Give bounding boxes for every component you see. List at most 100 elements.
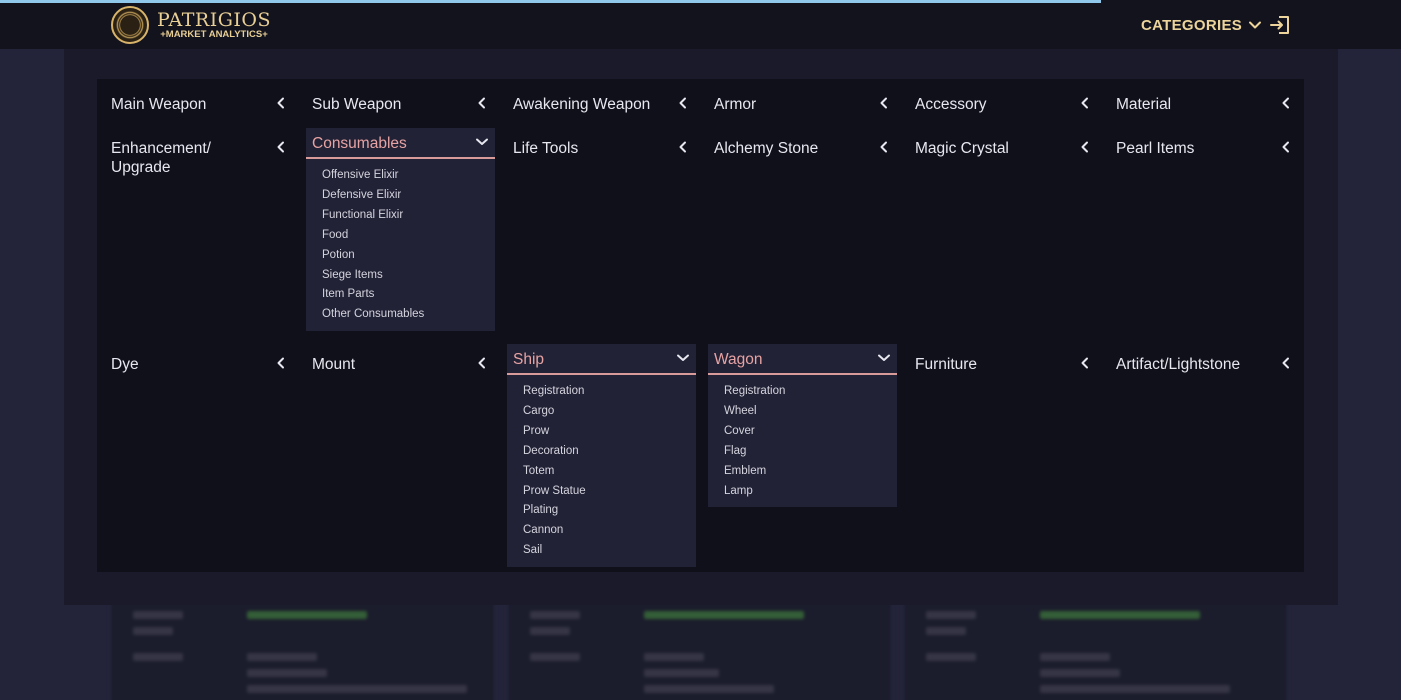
category-header[interactable]: Accessory (909, 84, 1098, 115)
category-label: Sub Weapon (312, 96, 402, 113)
category-dye: Dye (105, 344, 294, 375)
category-header[interactable]: Artifact/Lightstone (1110, 344, 1299, 375)
subcategory-item[interactable]: Sail (523, 541, 696, 561)
category-header[interactable]: Pearl Items (1110, 128, 1299, 159)
logout-icon[interactable] (1269, 14, 1291, 36)
category-label: Consumables (312, 135, 407, 152)
category-armor: Armor (708, 84, 897, 115)
category-header[interactable]: Furniture (909, 344, 1098, 375)
category-label: Magic Crystal (915, 140, 1009, 157)
category-sub-weapon: Sub Weapon (306, 84, 495, 115)
category-mount: Mount (306, 344, 495, 375)
chevron-left-icon (277, 141, 284, 153)
category-label: Furniture (915, 356, 978, 373)
category-header[interactable]: Life Tools (507, 128, 696, 159)
subcategory-list: Registration Cargo Prow Decoration Totem Prow… (507, 375, 696, 568)
category-label: Alchemy Stone (714, 140, 819, 157)
subcategory-item[interactable]: Decoration (523, 442, 696, 462)
chevron-left-icon (1081, 357, 1088, 369)
category-header[interactable]: Ship (507, 344, 696, 375)
subcategory-item[interactable]: Food (322, 226, 495, 246)
subcategory-item[interactable]: Registration (724, 382, 897, 402)
chevron-left-icon (1282, 141, 1289, 153)
category-pearl-items: Pearl Items (1110, 128, 1299, 159)
category-header[interactable]: Alchemy Stone (708, 128, 897, 159)
category-label: Dye (111, 356, 139, 373)
chevron-down-icon (677, 354, 689, 361)
chevron-left-icon (679, 97, 686, 109)
category-consumables: Consumables Offensive Elixir Defensive Eli… (306, 128, 495, 332)
subcategory-item[interactable]: Prow Statue (523, 482, 696, 502)
subcategory-item[interactable]: Registration (523, 382, 696, 402)
category-label: Awakening Weapon (513, 96, 651, 113)
categories-menu-button[interactable]: CATEGORIES (1141, 14, 1262, 36)
logo[interactable]: PATRIGIOS +MARKET ANALYTICS+ (111, 6, 271, 44)
chevron-down-icon (1249, 21, 1262, 29)
category-life-tools: Life Tools (507, 128, 696, 159)
category-header[interactable]: Main Weapon (105, 84, 294, 115)
subcategory-item[interactable]: Other Consumables (322, 305, 495, 325)
subcategory-item[interactable]: Flag (724, 442, 897, 462)
category-header[interactable]: Wagon (708, 344, 897, 375)
chevron-left-icon (1081, 97, 1088, 109)
chevron-left-icon (880, 97, 887, 109)
subcategory-item[interactable]: Cover (724, 422, 897, 442)
category-label: Enhancement/ Upgrade (111, 140, 211, 176)
category-wagon: Wagon Registration Wheel Cover Flag Emblem Lam… (708, 344, 897, 508)
category-header[interactable]: Dye (105, 344, 294, 375)
category-label: Material (1116, 96, 1172, 113)
subcategory-item[interactable]: Prow (523, 422, 696, 442)
subcategory-item[interactable]: Offensive Elixir (322, 166, 495, 186)
chevron-down-icon (476, 138, 488, 145)
category-label: Wagon (714, 351, 763, 368)
category-magic-crystal: Magic Crystal (909, 128, 1098, 159)
category-label: Accessory (915, 96, 987, 113)
chevron-left-icon (277, 357, 284, 369)
subcategory-item[interactable]: Totem (523, 462, 696, 482)
subcategory-item[interactable]: Item Parts (322, 285, 495, 305)
subcategory-item[interactable]: Wheel (724, 402, 897, 422)
category-label: Main Weapon (111, 96, 207, 113)
subcategory-item[interactable]: Lamp (724, 482, 897, 502)
category-artifact-lightstone: Artifact/Lightstone (1110, 344, 1299, 375)
subcategory-item[interactable]: Cannon (523, 521, 696, 541)
category-header[interactable]: Magic Crystal (909, 128, 1098, 159)
category-alchemy-stone: Alchemy Stone (708, 128, 897, 159)
category-ship: Ship Registration Cargo Prow Decoration Totem… (507, 344, 696, 568)
chevron-left-icon (277, 97, 284, 109)
logo-subtitle: +MARKET ANALYTICS+ (160, 29, 268, 40)
category-header[interactable]: Armor (708, 84, 897, 115)
subcategory-item[interactable]: Cargo (523, 402, 696, 422)
chevron-left-icon (1282, 97, 1289, 109)
chevron-left-icon (1282, 357, 1289, 369)
category-awakening-weapon: Awakening Weapon (507, 84, 696, 115)
category-accessory: Accessory (909, 84, 1098, 115)
category-header[interactable]: Awakening Weapon (507, 84, 696, 115)
chevron-left-icon (679, 141, 686, 153)
category-enhancement-upgrade: Enhancement/ Upgrade (105, 128, 294, 176)
category-main-weapon: Main Weapon (105, 84, 294, 115)
subcategory-item[interactable]: Siege Items (322, 266, 495, 286)
subcategory-item[interactable]: Potion (322, 246, 495, 266)
category-header[interactable]: Sub Weapon (306, 84, 495, 115)
category-header[interactable]: Enhancement/ Upgrade (105, 128, 294, 176)
background-card (507, 596, 892, 700)
subcategory-item[interactable]: Plating (523, 501, 696, 521)
category-label: Life Tools (513, 140, 579, 157)
chevron-down-icon (878, 354, 890, 361)
category-material: Material (1110, 84, 1299, 115)
subcategory-item[interactable]: Emblem (724, 462, 897, 482)
category-label: Artifact/Lightstone (1116, 356, 1241, 373)
category-label: Pearl Items (1116, 140, 1195, 157)
top-navigation-bar: PATRIGIOS +MARKET ANALYTICS+ CATEGORIES (0, 0, 1401, 49)
chevron-left-icon (478, 97, 485, 109)
category-header[interactable]: Mount (306, 344, 495, 375)
category-label: Mount (312, 356, 356, 373)
category-furniture: Furniture (909, 344, 1098, 375)
chevron-left-icon (478, 357, 485, 369)
category-header[interactable]: Consumables (306, 128, 495, 159)
subcategory-item[interactable]: Functional Elixir (322, 206, 495, 226)
category-header[interactable]: Material (1110, 84, 1299, 115)
chevron-left-icon (1081, 141, 1088, 153)
subcategory-item[interactable]: Defensive Elixir (322, 186, 495, 206)
